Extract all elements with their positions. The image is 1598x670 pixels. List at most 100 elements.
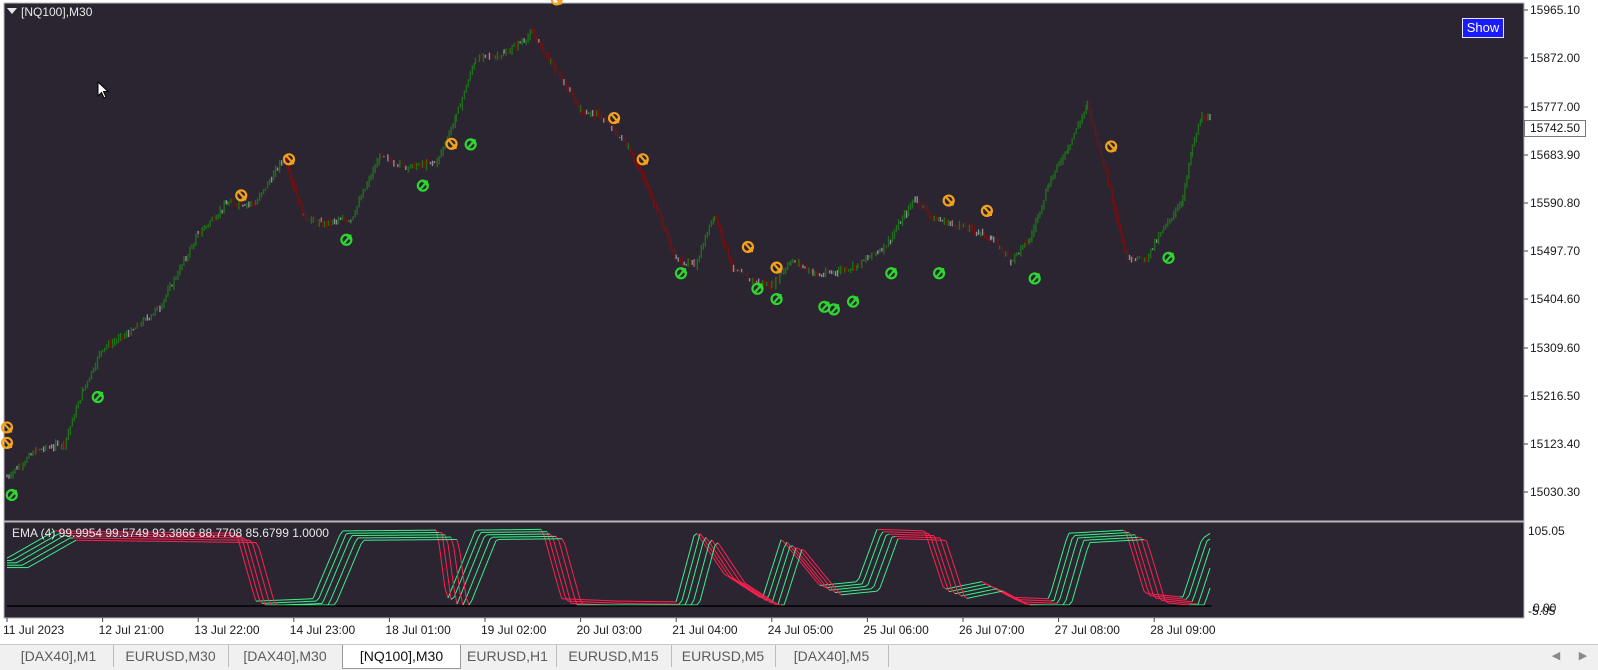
price-tick-label: 15309.60: [1530, 341, 1580, 355]
symbol-title: [NQ100],M30: [21, 5, 92, 19]
oscillator-segment: [979, 592, 982, 593]
price-tick-label: 15872.00: [1530, 51, 1580, 65]
oscillator-segment: [967, 594, 970, 595]
time-tick-label: 19 Jul 02:00: [481, 623, 547, 637]
oscillator-segment: [970, 587, 973, 588]
time-tick-label: 24 Jul 05:00: [768, 623, 834, 637]
oscillator-segment: [994, 589, 997, 590]
oscillator-segment: [982, 595, 985, 596]
tab-dax40-m5[interactable]: [DAX40],M5: [775, 645, 889, 667]
oscillator-segment: [988, 586, 991, 587]
oscillator-segment: [976, 589, 979, 590]
oscillator-segment: [976, 592, 979, 593]
mouse-cursor-icon: [97, 81, 111, 101]
oscillator-segment: [1051, 600, 1054, 601]
main-chart-panel[interactable]: [4, 3, 1524, 521]
oscillator-segment: [970, 583, 973, 584]
tab-eurusd-m5[interactable]: EURUSD,M5: [671, 645, 776, 667]
price-tick-label: 15590.80: [1530, 196, 1580, 210]
oscillator-segment: [991, 589, 994, 590]
time-tick-label: 13 Jul 22:00: [194, 623, 260, 637]
time-tick-label: 14 Jul 23:00: [290, 623, 356, 637]
oscillator-segment: [991, 593, 994, 594]
oscillator-segment: [979, 595, 982, 596]
tab-eurusd-h1[interactable]: EURUSD,H1: [459, 645, 557, 667]
oscillator-segment: [973, 583, 976, 584]
oscillator-segment: [976, 596, 979, 597]
oscillator-segment: [979, 585, 982, 586]
oscillator-segment: [964, 585, 967, 586]
oscillator-segment: [964, 591, 967, 592]
tab-nq100-m30[interactable]: [NQ100],M30: [342, 645, 461, 669]
oscillator-segment: [973, 596, 976, 597]
oscillator-segment: [973, 586, 976, 587]
time-tick-label: 26 Jul 07:00: [959, 623, 1025, 637]
price-tick-label: 15965.10: [1530, 3, 1580, 17]
price-tick-label: 15777.00: [1530, 100, 1580, 114]
time-tick-label: 11 Jul 2023: [3, 623, 64, 637]
chevron-right-icon[interactable]: ▶: [1575, 648, 1591, 664]
indicator-axis-bottom-overlay: 0.00: [1533, 601, 1557, 615]
oscillator-segment: [892, 536, 895, 537]
oscillator-segment: [970, 597, 973, 598]
oscillator-segment: [979, 588, 982, 589]
oscillator-segment: [958, 589, 961, 590]
show-button[interactable]: Show: [1462, 18, 1504, 38]
oscillator-segment: [964, 595, 967, 596]
oscillator-segment: [982, 591, 985, 592]
chart-canvas[interactable]: 15965.10 15872.00 15777.00 15683.90 15590.80…: [0, 0, 1598, 644]
oscillator-segment: [967, 587, 970, 588]
tab-eurusd-m15[interactable]: EURUSD,M15: [556, 645, 672, 667]
oscillator-segment: [997, 592, 1000, 593]
oscillator-segment: [10, 560, 13, 561]
time-axis[interactable]: 11 Jul 2023 12 Jul 21:00 13 Jul 22:00 14 Ju…: [3, 618, 1216, 637]
oscillator-segment: [964, 588, 967, 589]
price-tick-label: 15683.90: [1530, 148, 1580, 162]
chart-window[interactable]: 15965.10 15872.00 15777.00 15683.90 15590.80…: [0, 0, 1598, 644]
time-tick-label: 28 Jul 09:00: [1150, 623, 1216, 637]
oscillator-segment: [976, 586, 979, 587]
oscillator-segment: [967, 584, 970, 585]
oscillator-segment: [988, 593, 991, 594]
indicator-axis-top: 105.05: [1528, 524, 1565, 538]
chevron-left-icon[interactable]: ◀: [1548, 648, 1564, 664]
time-tick-label: 27 Jul 08:00: [1055, 623, 1121, 637]
oscillator-segment: [985, 587, 988, 588]
indicator-label: EMA (4) 99.9954 99.5749 93.3866 88.7708 …: [12, 526, 329, 540]
current-price-label: 15742.50: [1524, 120, 1586, 137]
oscillator-segment: [982, 588, 985, 589]
sell-arrow-icon: [552, 0, 562, 4]
oscillator-segment: [967, 598, 970, 599]
oscillator-segment: [952, 587, 955, 588]
tab-dax40-m30[interactable]: [DAX40],M30: [228, 645, 343, 667]
oscillator-segment: [949, 591, 952, 592]
time-tick-label: 20 Jul 03:00: [577, 623, 643, 637]
price-tick-label: 15497.70: [1530, 244, 1580, 258]
oscillator-segment: [970, 590, 973, 591]
price-tick-label: 15404.60: [1530, 292, 1580, 306]
oscillator-segment: [1000, 591, 1003, 592]
tab-eurusd-m30[interactable]: EURUSD,M30: [113, 645, 229, 667]
indicator-axis: 105.05 -5.05 0.00: [1528, 524, 1565, 618]
oscillator-segment: [967, 591, 970, 592]
time-tick-label: 12 Jul 21:00: [99, 623, 165, 637]
price-axis[interactable]: 15965.10 15872.00 15777.00 15683.90 15590.80…: [1524, 3, 1580, 499]
price-tick-label: 15216.50: [1530, 389, 1580, 403]
chart-tab-bar: [DAX40],M1EURUSD,M30[DAX40],M30[NQ100],M…: [0, 644, 1598, 670]
oscillator-segment: [985, 594, 988, 595]
oscillator-segment: [985, 591, 988, 592]
oscillator-segment: [973, 589, 976, 590]
tab-dax40-m1[interactable]: [DAX40],M1: [4, 645, 114, 667]
collapse-triangle-icon[interactable]: [7, 8, 17, 14]
oscillator-segment: [961, 585, 964, 586]
oscillator-segment: [994, 592, 997, 593]
time-tick-label: 25 Jul 06:00: [863, 623, 929, 637]
oscillator-segment: [955, 593, 958, 594]
oscillator-segment: [988, 590, 991, 591]
oscillator-segment: [979, 582, 982, 583]
price-tick-label: 15123.40: [1530, 437, 1580, 451]
time-tick-label: 21 Jul 04:00: [672, 623, 738, 637]
oscillator-segment: [976, 582, 979, 583]
oscillator-segment: [943, 540, 946, 541]
oscillator-segment: [982, 584, 985, 585]
